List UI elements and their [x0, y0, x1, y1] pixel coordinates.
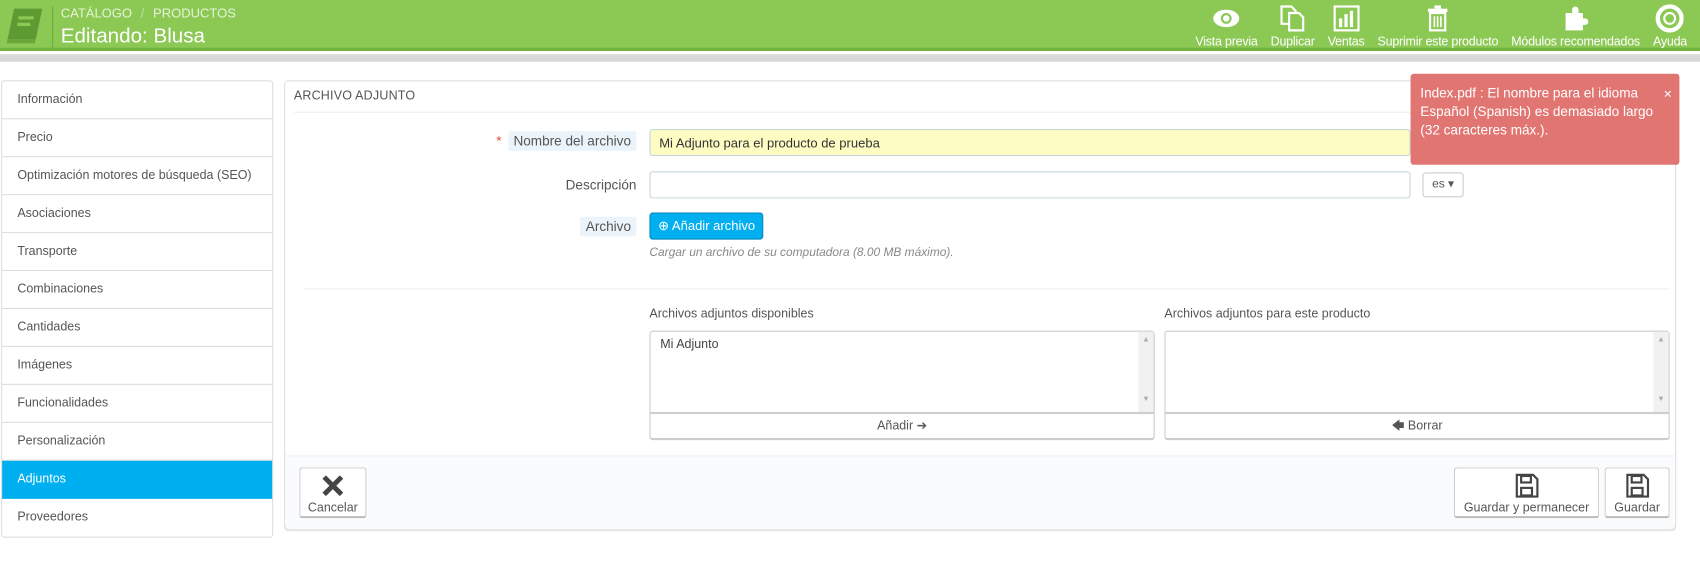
- duplicate-label: Duplicar: [1270, 35, 1315, 49]
- help-label: Ayuda: [1652, 35, 1688, 49]
- preview-label: Vista previa: [1195, 35, 1258, 49]
- error-message: Index.pdf : El nombre para el idioma Esp…: [1420, 85, 1654, 138]
- copy-icon: [1280, 5, 1305, 32]
- assigned-attachments-list[interactable]: ▲ ▼: [1164, 330, 1670, 414]
- cancel-label: Cancelar: [307, 501, 358, 515]
- arrow-right-icon: ➔: [916, 419, 928, 433]
- breadcrumb-separator: /: [140, 5, 145, 21]
- delete-product-button[interactable]: Suprimir este producto: [1371, 4, 1505, 49]
- trash-icon: [1428, 5, 1448, 32]
- header-actions: Vista previa Duplicar Ventas Suprimir es…: [1189, 4, 1694, 49]
- sales-button[interactable]: Ventas: [1321, 4, 1371, 49]
- catalog-book-icon: [6, 8, 43, 44]
- remove-attachment-button[interactable]: 🡄 Borrar: [1164, 413, 1670, 441]
- sidebar-item-adjuntos[interactable]: Adjuntos: [2, 460, 273, 499]
- divider: [304, 288, 1669, 290]
- eye-icon: [1213, 9, 1240, 28]
- close-icon: [322, 475, 344, 497]
- recommended-modules-label: Módulos recomendados: [1511, 35, 1640, 49]
- save-icon: [1515, 473, 1539, 498]
- delete-product-label: Suprimir este producto: [1377, 35, 1499, 49]
- sidebar-item-personalizacion[interactable]: Personalización: [2, 423, 273, 461]
- save-button[interactable]: Guardar: [1604, 467, 1670, 519]
- lifebuoy-icon: [1655, 4, 1685, 33]
- sidebar-item-funcionalidades[interactable]: Funcionalidades: [2, 385, 273, 423]
- required-marker: *: [496, 133, 502, 149]
- add-attachment-button[interactable]: Añadir ➔: [649, 413, 1155, 441]
- add-label: Añadir: [877, 419, 914, 433]
- duplicate-button[interactable]: Duplicar: [1264, 4, 1321, 49]
- puzzle-icon: [1565, 6, 1589, 31]
- sidebar-item-seo[interactable]: Optimización motores de búsqueda (SEO): [2, 157, 273, 196]
- scrollbar[interactable]: ▲ ▼: [1653, 331, 1669, 412]
- description-input[interactable]: [649, 171, 1411, 199]
- filename-label-text: Nombre del archivo: [508, 131, 637, 151]
- remove-label: Borrar: [1407, 419, 1443, 433]
- sidebar-item-imagenes[interactable]: Imágenes: [2, 347, 273, 385]
- available-attachments-label: Archivos adjuntos disponibles: [649, 307, 814, 321]
- page-title: Editando: Blusa: [60, 24, 206, 48]
- description-lang-dropdown[interactable]: es ▾: [1422, 172, 1464, 198]
- sales-label: Ventas: [1327, 35, 1365, 49]
- close-alert-button[interactable]: ×: [1664, 85, 1672, 103]
- file-help-text: Cargar un archivo de su computadora (8.0…: [649, 246, 954, 260]
- divider: [52, 6, 54, 48]
- cancel-button[interactable]: Cancelar: [299, 467, 367, 519]
- top-header: CATÁLOGO / PRODUCTOS Editando: Blusa Vista…: [0, 0, 1700, 51]
- breadcrumb: CATÁLOGO / PRODUCTOS: [61, 5, 236, 20]
- description-label: Descripción: [565, 177, 637, 193]
- save-and-stay-button[interactable]: Guardar y permanecer: [1453, 467, 1600, 519]
- assigned-attachments-label: Archivos adjuntos para este producto: [1164, 307, 1371, 321]
- list-item[interactable]: Mi Adjunto: [660, 338, 718, 351]
- breadcrumb-catalog[interactable]: CATÁLOGO: [61, 5, 132, 20]
- sidebar-item-cantidades[interactable]: Cantidades: [2, 309, 273, 347]
- sidebar-item-precio[interactable]: Precio: [2, 119, 273, 158]
- save-and-stay-label: Guardar y permanecer: [1463, 501, 1590, 515]
- sidebar-item-combinaciones[interactable]: Combinaciones: [2, 271, 273, 309]
- preview-button[interactable]: Vista previa: [1189, 4, 1264, 49]
- sidebar-item-asociaciones[interactable]: Asociaciones: [2, 195, 273, 234]
- add-file-button[interactable]: ⊕ Añadir archivo: [649, 212, 764, 240]
- plus-circle-icon: ⊕: [658, 217, 670, 234]
- filename-input[interactable]: [649, 129, 1411, 157]
- save-icon: [1626, 473, 1650, 498]
- header-shadow-bar: [0, 54, 1700, 62]
- add-file-label: Añadir archivo: [671, 217, 756, 234]
- help-button[interactable]: Ayuda: [1646, 4, 1693, 49]
- scrollbar[interactable]: ▲ ▼: [1138, 331, 1154, 412]
- panel-footer: Cancelar Guardar y permanecer Guardar: [285, 455, 1676, 530]
- sidebar-item-informacion[interactable]: Información: [2, 81, 273, 120]
- available-attachments-list[interactable]: Mi Adjunto ▲ ▼: [649, 330, 1155, 414]
- product-tabs-sidebar: Información Precio Optimización motores …: [1, 80, 274, 538]
- filename-label: * Nombre del archivo: [496, 131, 637, 151]
- save-label: Guardar: [1614, 501, 1661, 515]
- arrow-left-icon: 🡄: [1391, 419, 1405, 433]
- breadcrumb-products[interactable]: PRODUCTOS: [153, 5, 236, 20]
- file-label-text: Archivo: [580, 216, 637, 237]
- error-alert: Index.pdf : El nombre para el idioma Esp…: [1410, 73, 1680, 165]
- sidebar-item-proveedores[interactable]: Proveedores: [2, 499, 272, 537]
- bar-chart-icon: [1333, 5, 1360, 32]
- sidebar-item-transporte[interactable]: Transporte: [2, 233, 273, 272]
- file-label: Archivo: [580, 216, 637, 237]
- lang-value: es: [1432, 177, 1445, 191]
- recommended-modules-button[interactable]: Módulos recomendados: [1505, 4, 1647, 49]
